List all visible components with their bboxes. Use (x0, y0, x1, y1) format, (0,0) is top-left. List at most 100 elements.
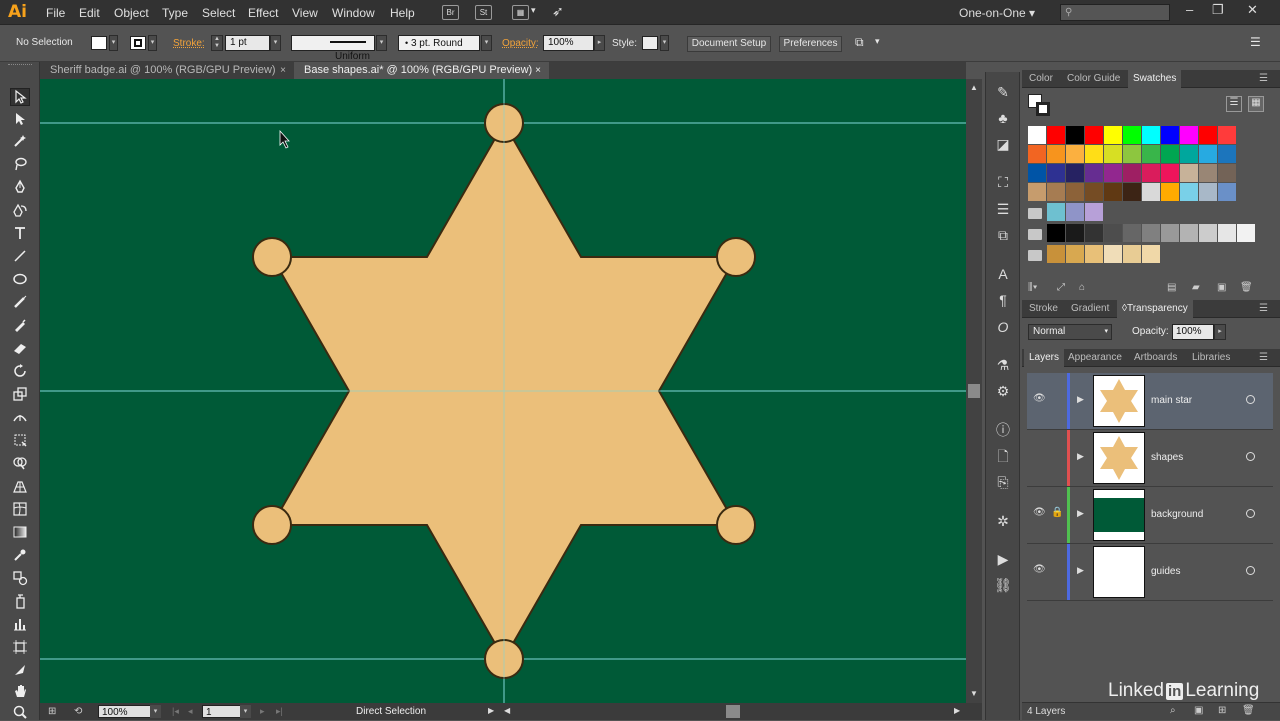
layer-name[interactable]: shapes (1151, 452, 1183, 463)
layer-name[interactable]: background (1151, 509, 1203, 520)
menu-type[interactable]: Type (162, 6, 188, 20)
star-tip-circle-lower-left[interactable] (252, 505, 292, 545)
stock-icon[interactable]: St (475, 5, 492, 20)
paintbrush-tool-icon[interactable] (10, 293, 30, 311)
list-view-icon[interactable]: ☰ (1226, 96, 1242, 112)
ellipse-tool-icon[interactable] (10, 270, 30, 288)
expand-layer-icon[interactable]: ▶ (1077, 565, 1084, 576)
color-swatch[interactable] (1180, 145, 1198, 163)
color-swatch[interactable] (1028, 183, 1046, 201)
restore-icon[interactable]: ❐ (1212, 2, 1224, 18)
mesh-tool-icon[interactable] (10, 500, 30, 518)
tab-libraries[interactable]: Libraries (1187, 349, 1235, 367)
last-artboard-icon[interactable]: ▸| (276, 706, 283, 717)
scroll-down-icon[interactable]: ▼ (970, 689, 978, 698)
color-swatch[interactable] (1085, 145, 1103, 163)
color-swatch[interactable] (1180, 164, 1198, 182)
color-swatch[interactable] (1123, 183, 1141, 201)
lasso-tool-icon[interactable] (10, 155, 30, 173)
direct-selection-tool-icon[interactable] (10, 110, 30, 128)
hand-tool-icon[interactable] (10, 682, 30, 700)
visibility-eye-icon[interactable]: 👁 (1033, 507, 1046, 519)
stroke-swatch[interactable] (130, 36, 146, 50)
blend-tool-icon[interactable] (10, 569, 30, 587)
status-menu-arrow-icon[interactable]: ▶ (488, 706, 494, 715)
expand-layer-icon[interactable]: ▶ (1077, 451, 1084, 462)
color-swatch[interactable] (1199, 164, 1217, 182)
gpu-performance-icon[interactable]: ➶ (552, 3, 564, 20)
tab-artboards[interactable]: Artboards (1129, 349, 1182, 367)
stroke-label[interactable]: Stroke: (173, 38, 205, 49)
tab-stroke[interactable]: Stroke (1024, 300, 1063, 318)
delete-layer-icon[interactable]: 🗑 (1242, 705, 1255, 716)
fill-swatch[interactable] (91, 36, 107, 50)
star-tip-circle-upper-left[interactable] (252, 237, 292, 277)
color-swatch[interactable] (1085, 245, 1103, 263)
pen-tool-icon[interactable] (10, 178, 30, 196)
curvature-tool-icon[interactable] (10, 201, 30, 219)
target-circle-icon[interactable] (1246, 395, 1255, 404)
tab-color[interactable]: Color (1024, 70, 1058, 88)
swatches-panel-menu-icon[interactable]: ☰ (1254, 70, 1273, 88)
artboard-dropdown-icon[interactable]: ▾ (240, 705, 251, 718)
navigator-panel-icon[interactable]: ✲ (993, 511, 1013, 531)
graphic-styles-panel-icon[interactable]: ◪ (993, 134, 1013, 154)
color-swatch[interactable] (1085, 183, 1103, 201)
layer-name[interactable]: guides (1151, 566, 1180, 577)
symbols-panel-icon[interactable]: ♣ (993, 108, 1013, 128)
color-swatch[interactable] (1047, 183, 1065, 201)
color-swatch[interactable] (1104, 126, 1122, 144)
actions-panel-icon[interactable]: ▶ (993, 549, 1013, 569)
color-swatch[interactable] (1142, 164, 1160, 182)
scale-tool-icon[interactable] (10, 385, 30, 403)
zoom-tool-icon[interactable] (10, 703, 30, 721)
color-swatch[interactable] (1142, 145, 1160, 163)
color-swatch[interactable] (1218, 183, 1236, 201)
menu-select[interactable]: Select (202, 6, 235, 20)
tab-transparency[interactable]: ◊Transparency (1117, 300, 1193, 318)
minimize-icon[interactable]: – (1186, 2, 1193, 17)
color-swatch[interactable] (1047, 145, 1065, 163)
type-tool-icon[interactable] (10, 224, 30, 242)
preferences-button[interactable]: Preferences (779, 36, 842, 52)
stroke-indicator[interactable] (1036, 102, 1050, 116)
color-swatch[interactable] (1199, 224, 1217, 242)
color-swatch[interactable] (1142, 224, 1160, 242)
menu-view[interactable]: View (292, 6, 318, 20)
menu-help[interactable]: Help (390, 6, 415, 20)
brushes-panel-icon[interactable]: ✎ (993, 82, 1013, 102)
color-swatch[interactable] (1066, 183, 1084, 201)
close-tab-icon[interactable]: × (280, 62, 286, 79)
color-swatch[interactable] (1047, 224, 1065, 242)
zoom-dropdown-icon[interactable]: ▾ (150, 705, 161, 718)
gradient-tool-icon[interactable] (10, 523, 30, 541)
stroke-weight-stepper[interactable]: ▲ ▼ (211, 35, 223, 51)
layer-row[interactable]: 👁 ▶ main star (1027, 373, 1273, 430)
variable-width-profile[interactable]: Uniform (291, 35, 375, 62)
color-swatch[interactable] (1180, 126, 1198, 144)
layer-row[interactable]: 👁 🔒 ▶ background (1027, 487, 1273, 544)
artboard-number-field[interactable]: 1 (202, 705, 242, 718)
brush-definition[interactable]: • 3 pt. Round (398, 35, 480, 51)
star-tip-circle-upper-right[interactable] (716, 237, 756, 277)
menu-window[interactable]: Window (332, 6, 375, 20)
scroll-left-icon[interactable]: ◀ (504, 706, 510, 715)
layer-row[interactable]: ▶ shapes (1027, 430, 1273, 487)
visibility-eye-icon[interactable]: 👁 (1033, 393, 1046, 405)
new-folder-icon[interactable]: ▰ (1192, 282, 1200, 293)
magic-wand-tool-icon[interactable] (10, 132, 30, 150)
control-menu-arrow-icon[interactable]: ▾ (875, 36, 880, 47)
color-swatch[interactable] (1218, 164, 1236, 182)
color-swatch[interactable] (1142, 183, 1160, 201)
make-clipping-mask-icon[interactable]: ▣ (1194, 705, 1203, 716)
shaper-tool-icon[interactable] (10, 316, 30, 334)
menu-effect[interactable]: Effect (248, 6, 278, 20)
color-swatch[interactable] (1218, 145, 1236, 163)
tab-swatches[interactable]: Swatches (1128, 70, 1182, 88)
tab-gradient[interactable]: Gradient (1066, 300, 1114, 318)
stroke-weight-dropdown-icon[interactable]: ▾ (270, 35, 281, 51)
opacity-arrow-icon[interactable]: ▸ (594, 35, 605, 51)
style-swatch[interactable] (642, 36, 658, 50)
color-swatch[interactable] (1085, 126, 1103, 144)
color-swatch[interactable] (1199, 126, 1217, 144)
